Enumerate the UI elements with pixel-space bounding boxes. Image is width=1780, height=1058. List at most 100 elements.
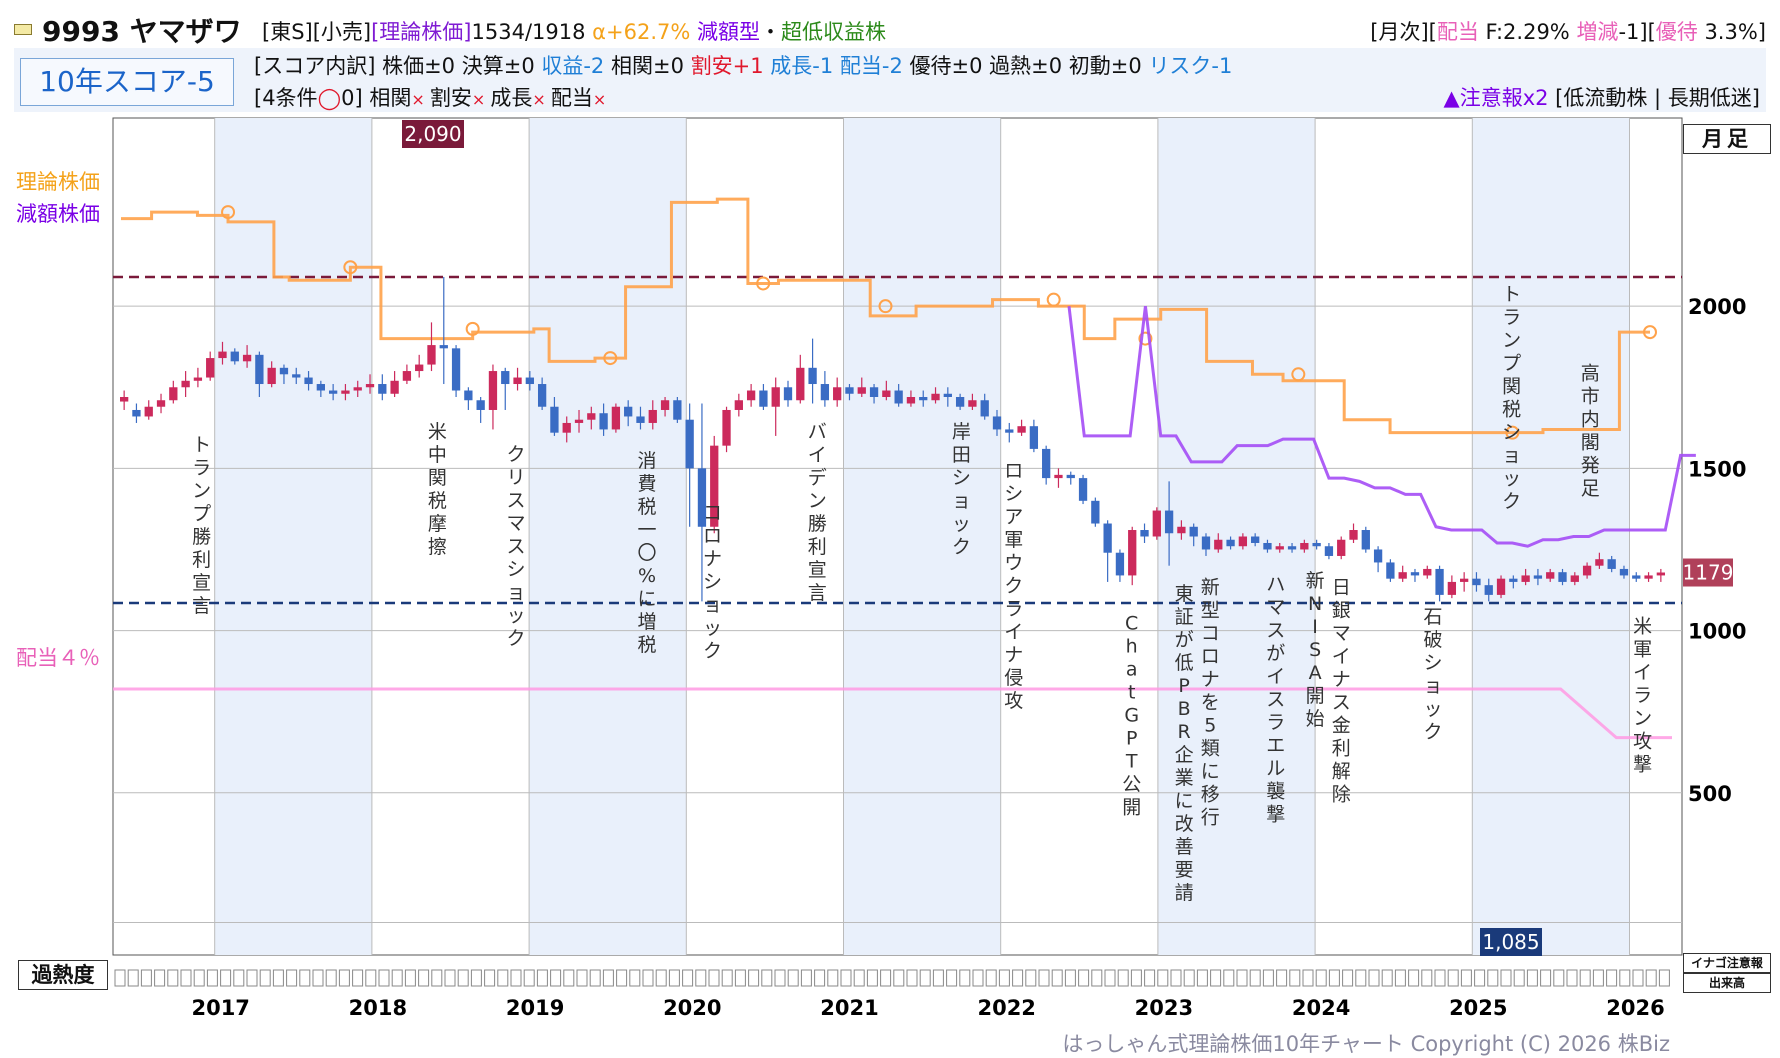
candle-body [1275, 546, 1284, 550]
heat-cell [642, 969, 654, 987]
candle-body [1029, 426, 1039, 449]
heat-cell [510, 969, 522, 987]
candle-body [451, 348, 461, 391]
candle-body [488, 371, 498, 410]
heat-cell [233, 969, 245, 987]
heat-cell [1526, 969, 1538, 987]
heat-cell [1619, 969, 1631, 987]
event-label: 日銀マイナス金利解除 [1332, 577, 1351, 806]
candle-body [992, 416, 1002, 430]
event-label: 米中関税摩擦 [428, 421, 447, 558]
heat-cell [431, 969, 443, 987]
heat-cell [682, 969, 694, 987]
candle-body [1656, 572, 1665, 576]
heat-cell [721, 969, 733, 987]
heat-cell [1262, 969, 1274, 987]
heat-cell [998, 969, 1010, 987]
heat-cell [1302, 969, 1314, 987]
heat-cell [602, 969, 614, 987]
candle-body [857, 387, 866, 394]
candle-body [513, 377, 522, 385]
heat-cell [167, 969, 179, 987]
candle-body [1472, 578, 1481, 586]
heat-cell [1157, 969, 1169, 987]
heat-cell [1513, 969, 1525, 987]
heat-cell [1474, 969, 1486, 987]
y-tick-label: 1500 [1688, 457, 1746, 481]
candle-body [894, 390, 903, 404]
heat-cell [1460, 969, 1472, 987]
heat-cell [220, 969, 232, 987]
heat-cell [1236, 969, 1248, 987]
event-label: 石破ショック [1423, 606, 1442, 743]
heat-cell [180, 969, 192, 987]
candle-body [279, 367, 289, 375]
heat-cell [1064, 969, 1076, 987]
candle-body [1558, 572, 1567, 582]
candle-body [1509, 578, 1518, 582]
event-label: トランプ関税ショック [1502, 284, 1521, 513]
heat-cell [1038, 969, 1050, 987]
heat-cell [866, 969, 878, 987]
candle-body [1251, 536, 1260, 543]
heat-cell [589, 969, 601, 987]
candle-body [1386, 562, 1395, 579]
candle-body [230, 351, 239, 362]
candle-body [796, 367, 805, 401]
low-badge: 1,085 [1482, 930, 1539, 954]
heat-cell [1289, 969, 1301, 987]
candle-body [673, 400, 682, 420]
heat-cell [840, 969, 852, 987]
candle-body [341, 390, 350, 394]
heat-cell [1130, 969, 1142, 987]
x-tick-label: 2019 [506, 996, 564, 1020]
heat-cell [206, 969, 218, 987]
candle-body [1484, 585, 1493, 595]
x-tick-label: 2018 [349, 996, 407, 1020]
event-label: コロナショック [703, 502, 722, 662]
candle-body [120, 397, 129, 402]
heat-cell [563, 969, 575, 987]
volume-button[interactable]: 出来高 [1683, 973, 1771, 993]
candle-body [1103, 523, 1112, 553]
monthly-button[interactable]: 月足 [1683, 124, 1771, 154]
candle-body [501, 371, 510, 385]
candle-body [624, 406, 633, 417]
candle-body [1042, 448, 1051, 479]
heat-cell [1355, 969, 1367, 987]
candle-body [1300, 542, 1309, 550]
candle-body [1398, 572, 1407, 579]
candle-body [685, 419, 694, 469]
heat-cell [1025, 969, 1037, 987]
heat-cell [985, 969, 997, 987]
heat-cell [457, 969, 469, 987]
heat-cell [1434, 969, 1446, 987]
candle-body [1447, 581, 1457, 595]
heat-cell [761, 969, 773, 987]
heat-cell [1566, 969, 1578, 987]
candle-body [722, 409, 731, 446]
heat-cell [734, 969, 746, 987]
candle-body [1595, 559, 1604, 566]
heat-cell [1394, 969, 1406, 987]
candle-body [218, 351, 227, 359]
candle-body [1312, 542, 1321, 547]
candle-body [1177, 526, 1186, 534]
heat-cell [1117, 969, 1129, 987]
year-band [214, 118, 372, 955]
heat-cell [1408, 969, 1420, 987]
candle-body [587, 413, 596, 420]
heat-cell [470, 969, 482, 987]
heat-cell [1540, 969, 1552, 987]
heat-cell [378, 969, 390, 987]
event-label: 消費税一〇%に増税 [637, 450, 656, 656]
candle-body [525, 377, 534, 385]
candle-body [1337, 539, 1346, 556]
candle-body [1570, 575, 1579, 582]
candle-body [1460, 578, 1469, 582]
candle-body [304, 377, 313, 385]
heat-cell [444, 969, 456, 987]
candle-body [562, 422, 571, 433]
inago-warning-button[interactable]: イナゴ注意報 [1683, 953, 1771, 973]
candle-body [968, 400, 977, 407]
